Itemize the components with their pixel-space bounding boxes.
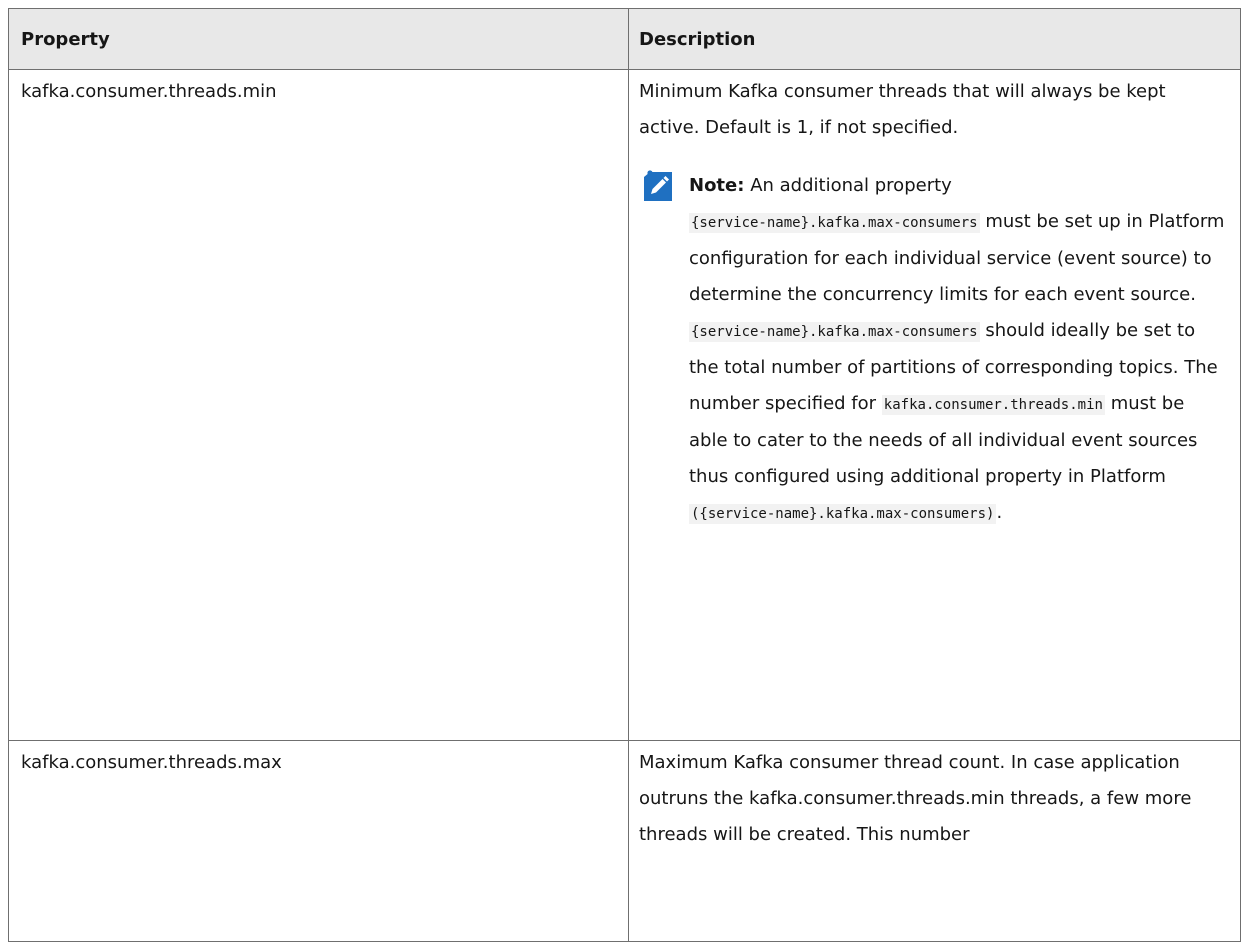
code-threads-min: kafka.consumer.threads.min — [881, 395, 1105, 415]
description-text: Maximum Kafka consumer thread count. In … — [639, 752, 1192, 845]
note-body: Note: An additional property {service-nam… — [689, 168, 1227, 532]
property-name: kafka.consumer.threads.min — [21, 81, 277, 102]
property-cell: kafka.consumer.threads.max — [8, 740, 629, 942]
code-service-max-consumers: ({service-name}.kafka.max-consumers) — [689, 504, 997, 524]
header-property: Property — [8, 8, 629, 70]
table-row: kafka.consumer.threads.max Maximum Kafka… — [8, 740, 1241, 942]
note-intro: An additional property — [750, 175, 952, 196]
code-service-max-consumers: {service-name}.kafka.max-consumers — [689, 213, 980, 233]
description-text: Minimum Kafka consumer threads that will… — [639, 81, 1166, 138]
properties-table: Property Description kafka.consumer.thre… — [8, 8, 1241, 942]
property-cell: kafka.consumer.threads.min — [8, 69, 629, 741]
property-name: kafka.consumer.threads.max — [21, 752, 282, 773]
table-row: kafka.consumer.threads.min Minimum Kafka… — [8, 69, 1241, 741]
description-cell: Maximum Kafka consumer thread count. In … — [628, 740, 1241, 942]
code-service-max-consumers: {service-name}.kafka.max-consumers — [689, 322, 980, 342]
note-callout: Note: An additional property {service-nam… — [639, 168, 1228, 532]
header-row: Property Description — [8, 8, 1241, 70]
note-end: . — [996, 502, 1003, 523]
description-cell: Minimum Kafka consumer threads that will… — [628, 69, 1241, 741]
description-text-wrap: Minimum Kafka consumer threads that will… — [629, 70, 1240, 532]
header-description: Description — [628, 8, 1241, 70]
pencil-note-icon — [644, 170, 672, 201]
note-label: Note: — [689, 175, 745, 196]
